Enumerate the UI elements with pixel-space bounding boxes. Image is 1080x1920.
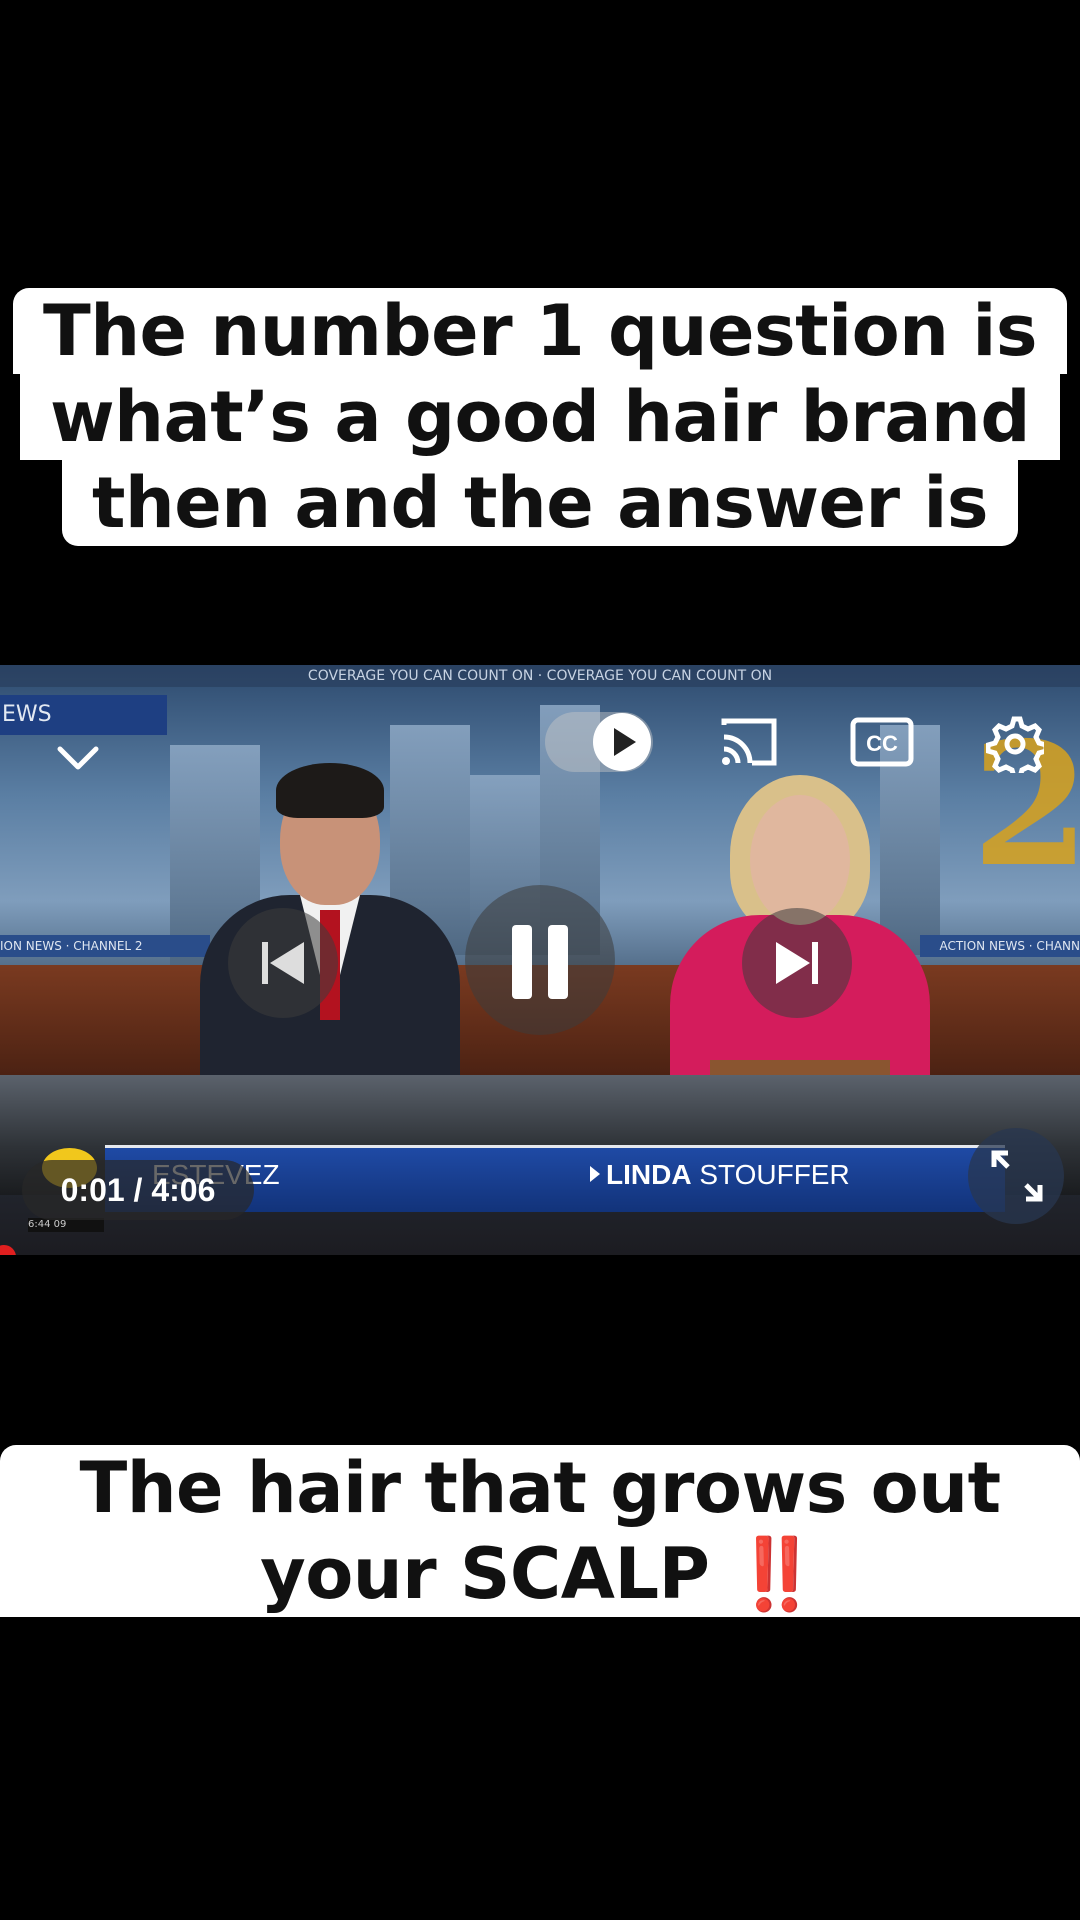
previous-icon bbox=[262, 942, 304, 984]
fullscreen-icon bbox=[991, 1150, 1043, 1202]
cc-icon[interactable]: CC bbox=[850, 717, 914, 767]
pause-icon bbox=[512, 925, 568, 999]
caption-line: The number 1 question is bbox=[12, 288, 1068, 374]
studio-ticker: COVERAGE YOU CAN COUNT ON · COVERAGE YOU… bbox=[0, 665, 1080, 687]
mini-timecode: 6:44 09 bbox=[28, 1218, 104, 1232]
autoplay-toggle-icon bbox=[593, 713, 651, 771]
cast-icon[interactable] bbox=[718, 715, 780, 769]
collapse-icon[interactable] bbox=[56, 743, 100, 773]
video-player[interactable]: COVERAGE YOU CAN COUNT ON · COVERAGE YOU… bbox=[0, 665, 1080, 1255]
caption-line: your SCALP ‼️ bbox=[230, 1531, 850, 1617]
double-exclamation-icon: ‼️ bbox=[733, 1533, 820, 1615]
studio-sign: EWS bbox=[0, 695, 167, 735]
next-icon bbox=[776, 942, 818, 984]
settings-icon[interactable] bbox=[986, 715, 1044, 773]
caption-line: what’s a good hair brand bbox=[20, 374, 1060, 460]
playback-time: 0:01 / 4:06 bbox=[22, 1160, 254, 1220]
studio-strip-left: ION NEWS · CHANNEL 2 bbox=[0, 935, 210, 957]
top-caption: The number 1 question is what’s a good h… bbox=[0, 288, 1080, 546]
bottom-caption: The hair that grows out of your SCALP ‼️ bbox=[0, 1445, 1080, 1617]
svg-text:CC: CC bbox=[866, 731, 898, 756]
anchor2-name: LINDA STOUFFER bbox=[590, 1159, 850, 1191]
anchor-man bbox=[200, 715, 460, 1125]
caption-line: then and the answer is bbox=[61, 460, 1019, 546]
